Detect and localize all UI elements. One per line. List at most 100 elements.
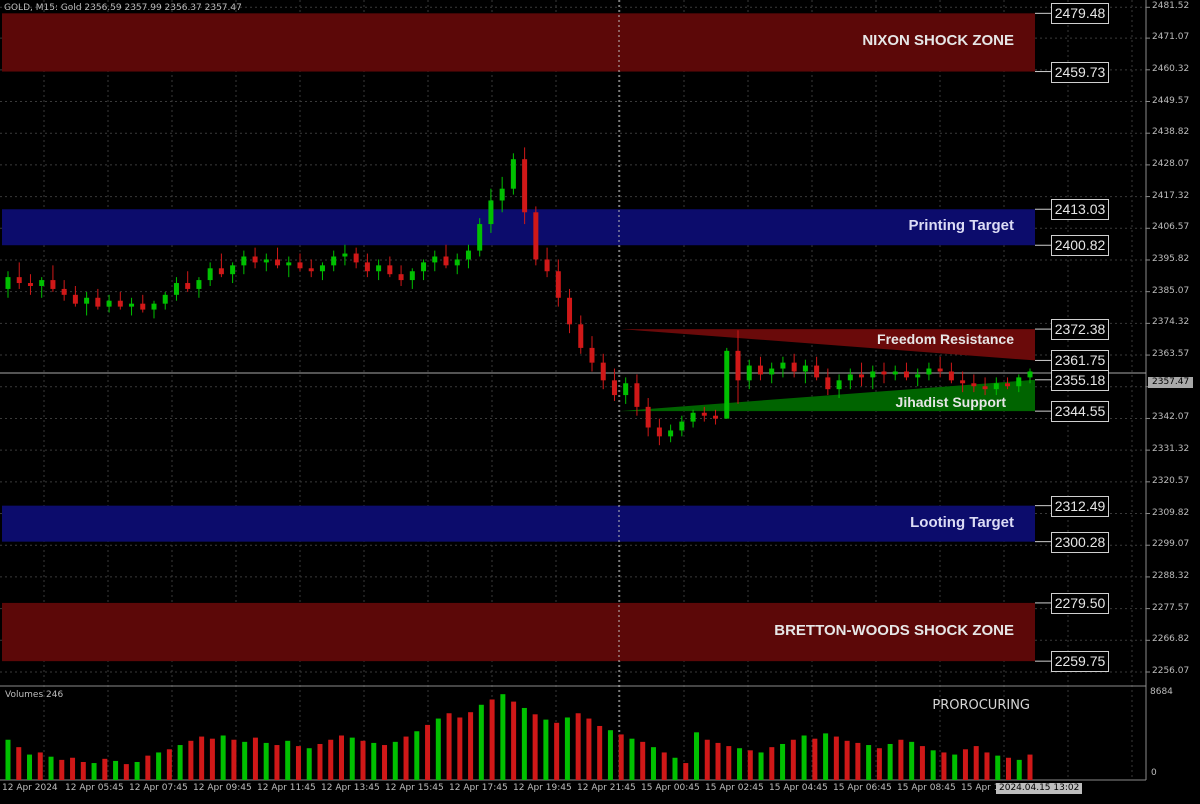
- candle-body: [196, 280, 202, 289]
- volume-bar: [220, 735, 226, 780]
- volume-bar: [468, 712, 474, 780]
- volume-bar: [478, 704, 484, 780]
- candle-body: [937, 368, 943, 372]
- volume-bar: [683, 763, 689, 780]
- volume-bar: [27, 754, 33, 780]
- candle-body: [353, 253, 359, 263]
- candle-body: [50, 280, 56, 289]
- volume-bar: [392, 741, 398, 780]
- volume-bar: [672, 757, 678, 780]
- volume-bar: [543, 719, 549, 780]
- price-axis-label: 2471.07: [1152, 32, 1190, 43]
- zone-label: Printing Target: [908, 217, 1014, 235]
- price-axis-label: 2438.82: [1152, 127, 1190, 138]
- candle-body: [454, 259, 460, 266]
- candle-body: [477, 224, 483, 251]
- volume-bar: [349, 737, 355, 780]
- price-axis-label: 2266.82: [1152, 634, 1190, 645]
- candle-body: [117, 300, 123, 307]
- price-axis-label: 2331.32: [1152, 444, 1190, 455]
- volume-bar: [715, 742, 721, 780]
- candle-body: [72, 294, 78, 304]
- volume-bar: [661, 752, 667, 780]
- volume-bar: [263, 742, 269, 780]
- volume-bar: [1027, 754, 1033, 780]
- volume-bar: [575, 713, 581, 780]
- zone-label: Looting Target: [910, 513, 1014, 531]
- time-axis-label: 12 Apr 21:45: [577, 783, 636, 793]
- volume-bar: [295, 746, 301, 780]
- volume-bar: [371, 742, 377, 780]
- price-axis-label: 2256.07: [1152, 666, 1190, 676]
- volume-bar: [973, 746, 979, 780]
- level-price-label: 2355.18: [1051, 369, 1109, 391]
- candle-body: [342, 253, 348, 257]
- volume-bar: [48, 756, 54, 780]
- volume-bar: [382, 745, 388, 780]
- candle-body: [780, 362, 786, 369]
- volume-bar: [457, 717, 463, 780]
- volume-bar: [1005, 757, 1011, 780]
- volume-bar: [640, 741, 646, 780]
- candle-body: [162, 294, 168, 304]
- candle-body: [656, 427, 662, 437]
- candle-body: [1027, 371, 1033, 378]
- volume-bar: [629, 738, 635, 780]
- level-price-label: 2300.28: [1051, 531, 1109, 553]
- candle-body: [544, 259, 550, 272]
- price-chart[interactable]: [0, 0, 1200, 800]
- volume-bar: [274, 745, 280, 780]
- volume-bar: [747, 750, 753, 780]
- trading-chart-window[interactable]: GOLD, M15: Gold 2356.59 2357.99 2356.37 …: [0, 0, 1200, 800]
- level-price-label: 2400.82: [1051, 235, 1109, 257]
- candle-body: [185, 283, 191, 289]
- candle-body: [275, 259, 281, 266]
- candle-body: [634, 383, 640, 407]
- volume-bar: [91, 763, 97, 780]
- candle-body: [971, 383, 977, 387]
- candle-body: [84, 297, 90, 304]
- time-axis-label: 12 Apr 11:45: [257, 783, 316, 793]
- volumes-label: Volumes 246: [5, 690, 64, 700]
- volume-bar: [285, 740, 291, 780]
- level-price-label: 2372.38: [1051, 319, 1109, 341]
- candle-body: [836, 380, 842, 390]
- volume-bar: [898, 739, 904, 780]
- volume-bar: [941, 752, 947, 780]
- current-time-tag: 2024.04.15 13:02: [996, 783, 1083, 794]
- volume-bar: [952, 754, 958, 780]
- time-axis-label: 12 Apr 19:45: [513, 783, 572, 793]
- volume-bar: [995, 755, 1001, 780]
- time-axis-label: 12 Apr 05:45: [65, 783, 124, 793]
- candle-body: [881, 371, 887, 375]
- level-price-label: 2312.49: [1051, 495, 1109, 517]
- volume-bar: [930, 750, 936, 780]
- candle-body: [5, 277, 11, 289]
- volume-bar: [188, 740, 194, 780]
- volume-bar: [962, 749, 968, 780]
- price-axis-label: 2374.32: [1152, 317, 1190, 328]
- volume-bar: [242, 741, 248, 780]
- candle-body: [746, 365, 752, 381]
- candle-body: [735, 350, 741, 381]
- candle-body: [533, 212, 539, 260]
- candle-body: [241, 256, 247, 266]
- candle-body: [948, 371, 954, 381]
- time-axis-label: 12 Apr 17:45: [449, 783, 508, 793]
- candle-body: [578, 324, 584, 348]
- level-price-label: 2259.75: [1051, 651, 1109, 673]
- candle-body: [16, 277, 22, 284]
- volume-bar: [790, 739, 796, 780]
- candle-body: [61, 288, 67, 295]
- candle-body: [600, 362, 606, 381]
- time-axis-label: 15 Apr 06:45: [833, 783, 892, 793]
- volume-bar: [909, 741, 915, 780]
- candle-body: [713, 415, 719, 419]
- volume-bar: [726, 746, 732, 780]
- candle-body: [398, 274, 404, 281]
- candle-body: [567, 297, 573, 325]
- volume-bar: [876, 748, 882, 780]
- volume-bar: [887, 743, 893, 780]
- volume-bar: [919, 746, 925, 780]
- candle-body: [499, 188, 505, 201]
